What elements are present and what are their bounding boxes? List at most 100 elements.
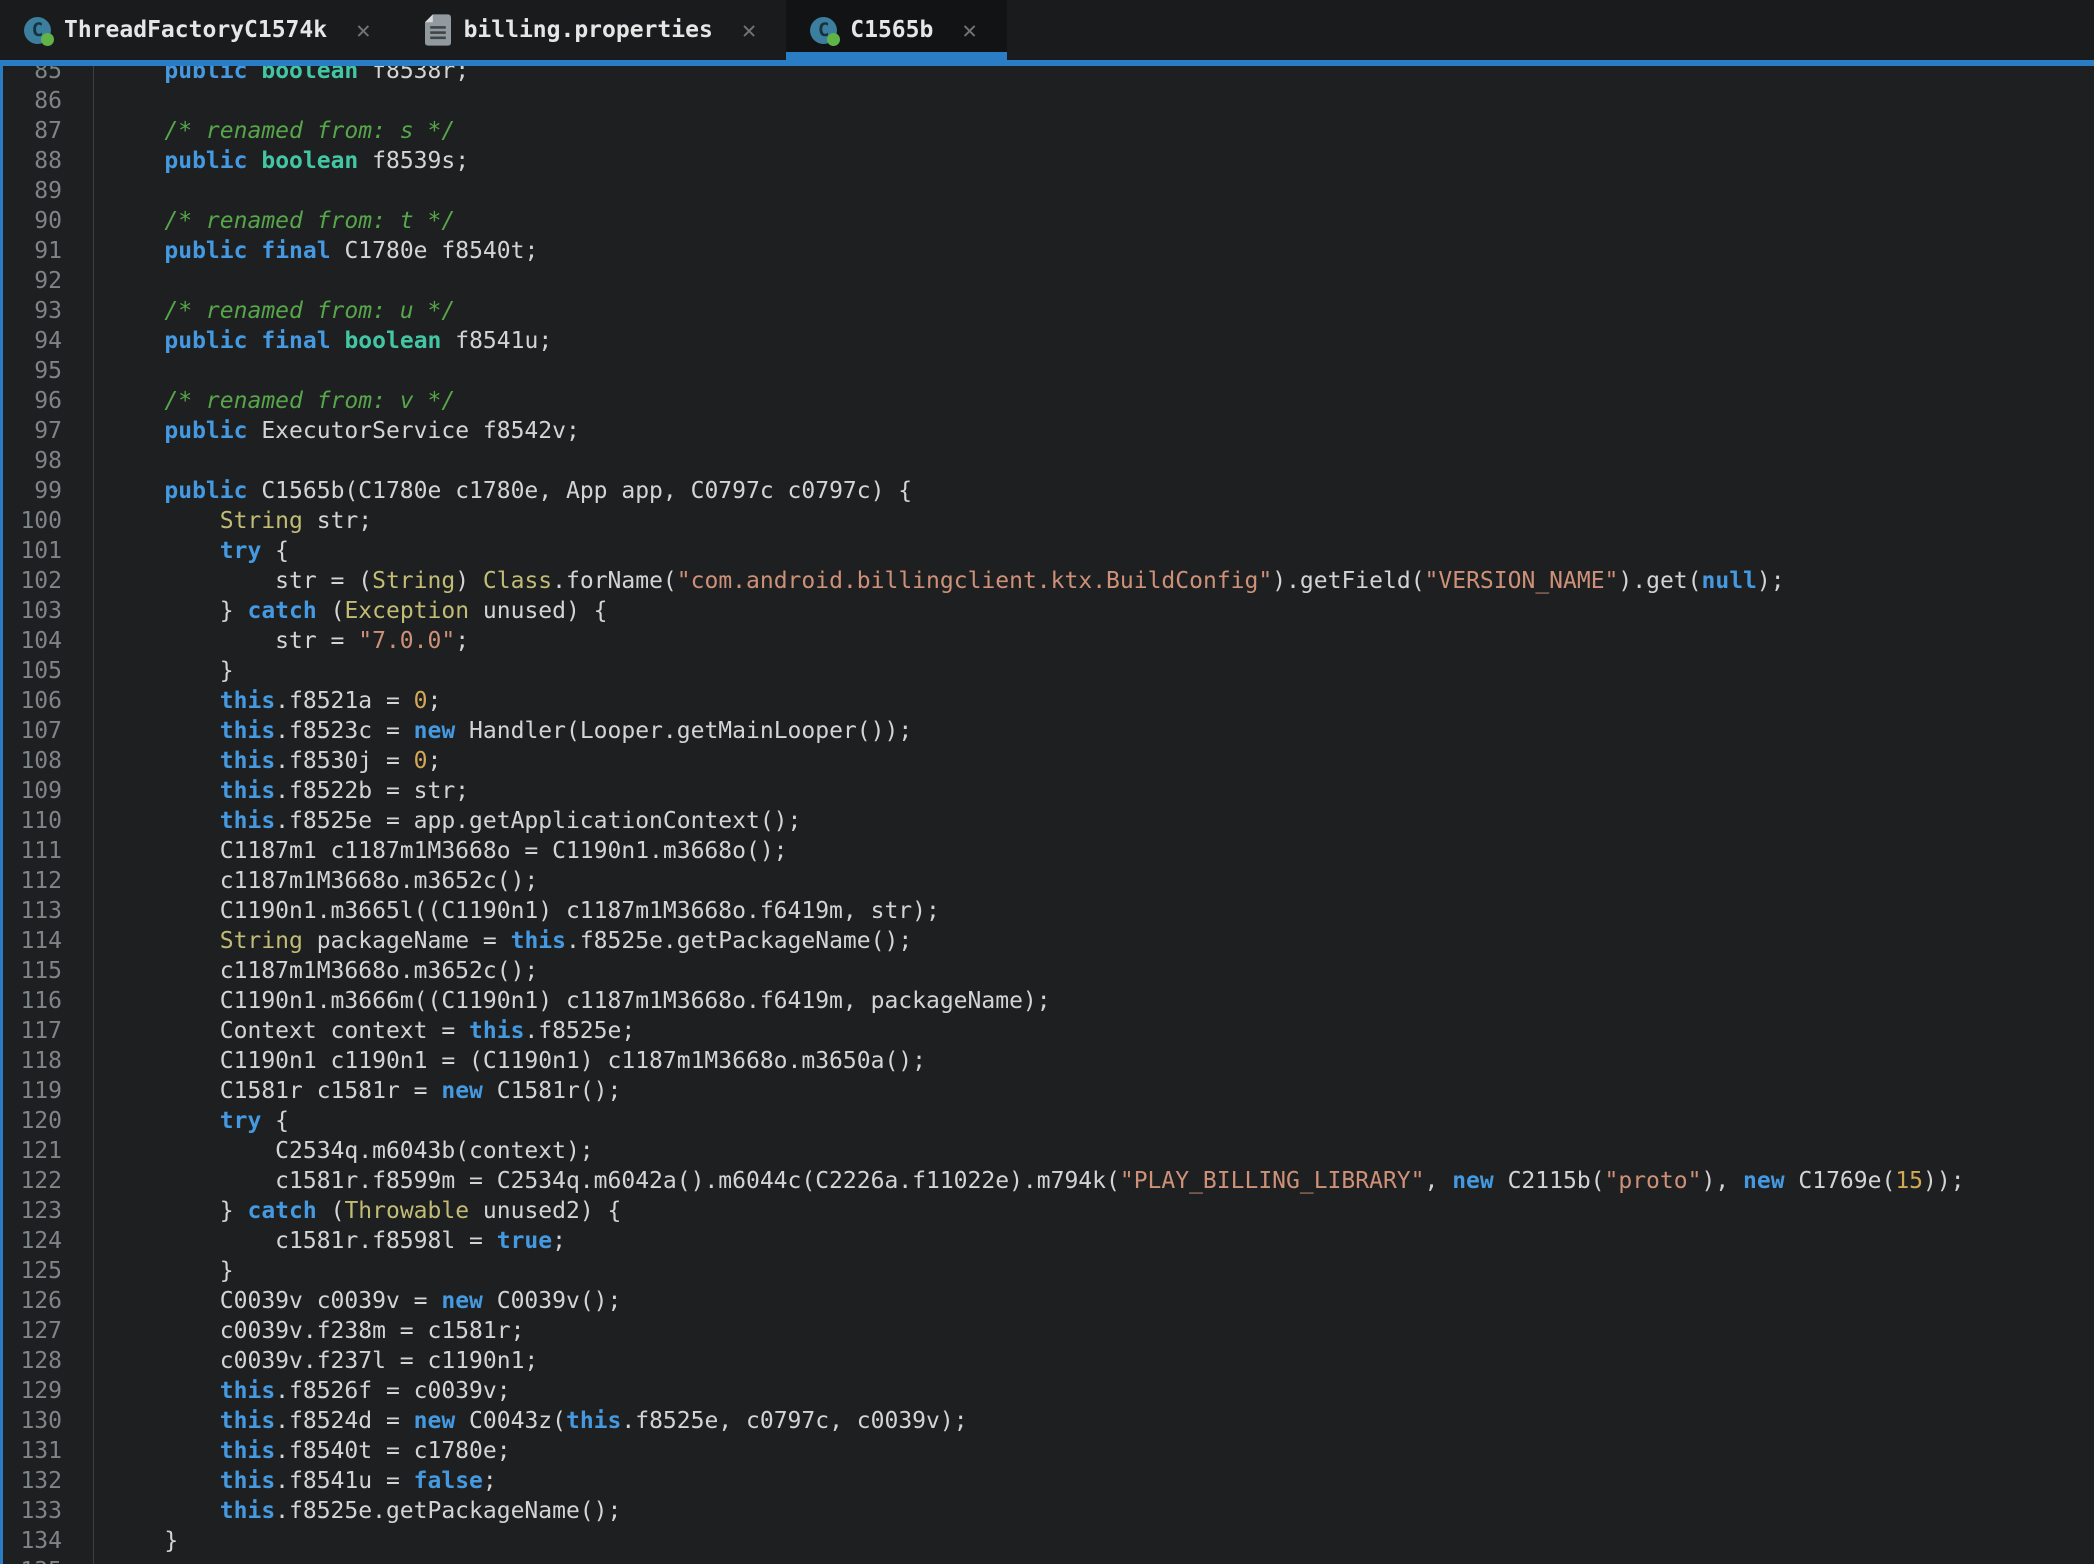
code-line[interactable]: 108 this.f8530j = 0; xyxy=(3,746,2094,776)
code-text: } xyxy=(94,1526,178,1556)
code-text: public ExecutorService f8542v; xyxy=(94,416,580,446)
code-line[interactable]: 99 public C1565b(C1780e c1780e, App app,… xyxy=(3,476,2094,506)
code-line[interactable]: 112 c1187m1M3668o.m3652c(); xyxy=(3,866,2094,896)
code-line[interactable]: 122 c1581r.f8599m = C2534q.m6042a().m604… xyxy=(3,1166,2094,1196)
code-text: this.f8525e.getPackageName(); xyxy=(94,1496,621,1526)
close-icon[interactable]: ✕ xyxy=(742,18,756,42)
code-text: public final boolean f8541u; xyxy=(94,326,552,356)
code-text: public boolean f8538r; xyxy=(94,60,469,86)
code-text: this.f8526f = c0039v; xyxy=(94,1376,511,1406)
code-line[interactable]: 121 C2534q.m6043b(context); xyxy=(3,1136,2094,1166)
code-text xyxy=(94,446,109,476)
code-line[interactable]: 95 xyxy=(3,356,2094,386)
line-number: 135 xyxy=(3,1556,94,1564)
code-line[interactable]: 109 this.f8522b = str; xyxy=(3,776,2094,806)
code-text: public C1565b(C1780e c1780e, App app, C0… xyxy=(94,476,912,506)
code-text: c0039v.f237l = c1190n1; xyxy=(94,1346,538,1376)
line-number: 94 xyxy=(3,326,94,356)
code-line[interactable]: 105 } xyxy=(3,656,2094,686)
code-line[interactable]: 130 this.f8524d = new C0043z(this.f8525e… xyxy=(3,1406,2094,1436)
code-line[interactable]: 113 C1190n1.m3665l((C1190n1) c1187m1M366… xyxy=(3,896,2094,926)
line-number: 110 xyxy=(3,806,94,836)
code-line[interactable]: 117 Context context = this.f8525e; xyxy=(3,1016,2094,1046)
code-text: public final C1780e f8540t; xyxy=(94,236,538,266)
code-line[interactable]: 97 public ExecutorService f8542v; xyxy=(3,416,2094,446)
line-number: 121 xyxy=(3,1136,94,1166)
line-number: 101 xyxy=(3,536,94,566)
code-text: c0039v.f238m = c1581r; xyxy=(94,1316,524,1346)
code-line[interactable]: 116 C1190n1.m3666m((C1190n1) c1187m1M366… xyxy=(3,986,2094,1016)
line-number: 89 xyxy=(3,176,94,206)
code-text: str = (String) Class.forName("com.androi… xyxy=(94,566,1785,596)
code-line[interactable]: 110 this.f8525e = app.getApplicationCont… xyxy=(3,806,2094,836)
code-line[interactable]: 127 c0039v.f238m = c1581r; xyxy=(3,1316,2094,1346)
code-text: } catch (Throwable unused2) { xyxy=(94,1196,621,1226)
code-line[interactable]: 90 /* renamed from: t */ xyxy=(3,206,2094,236)
code-line[interactable]: 100 String str; xyxy=(3,506,2094,536)
code-line[interactable]: 88 public boolean f8539s; xyxy=(3,146,2094,176)
code-line[interactable]: 134 } xyxy=(3,1526,2094,1556)
code-line[interactable]: 115 c1187m1M3668o.m3652c(); xyxy=(3,956,2094,986)
line-number: 107 xyxy=(3,716,94,746)
class-icon-green-dot xyxy=(827,33,840,46)
line-number: 128 xyxy=(3,1346,94,1376)
code-line[interactable]: 114 String packageName = this.f8525e.get… xyxy=(3,926,2094,956)
code-line[interactable]: 118 C1190n1 c1190n1 = (C1190n1) c1187m1M… xyxy=(3,1046,2094,1076)
code-line[interactable]: 107 this.f8523c = new Handler(Looper.get… xyxy=(3,716,2094,746)
code-line[interactable]: 135 xyxy=(3,1556,2094,1564)
tab-c1565b-active[interactable]: C C1565b ✕ xyxy=(786,0,1007,60)
code-editor-panel[interactable]: 85 public boolean f8538r;8687 /* renamed… xyxy=(0,60,2094,1564)
line-number: 95 xyxy=(3,356,94,386)
code-line[interactable]: 129 this.f8526f = c0039v; xyxy=(3,1376,2094,1406)
tab-label: C1565b xyxy=(850,17,933,43)
code-line[interactable]: 133 this.f8525e.getPackageName(); xyxy=(3,1496,2094,1526)
code-text: String packageName = this.f8525e.getPack… xyxy=(94,926,912,956)
code-line[interactable]: 85 public boolean f8538r; xyxy=(3,60,2094,86)
code-line[interactable]: 89 xyxy=(3,176,2094,206)
tab-threadfactory[interactable]: C ThreadFactoryC1574k ✕ xyxy=(0,0,401,60)
close-icon[interactable]: ✕ xyxy=(356,18,370,42)
code-line[interactable]: 104 str = "7.0.0"; xyxy=(3,626,2094,656)
code-line[interactable]: 92 xyxy=(3,266,2094,296)
tab-label: billing.properties xyxy=(464,17,713,43)
line-number: 111 xyxy=(3,836,94,866)
code-line[interactable]: 98 xyxy=(3,446,2094,476)
code-text xyxy=(94,1556,109,1564)
tab-billing-properties[interactable]: billing.properties ✕ xyxy=(401,0,787,60)
code-line[interactable]: 120 try { xyxy=(3,1106,2094,1136)
code-text: /* renamed from: t */ xyxy=(94,206,455,236)
code-line[interactable]: 86 xyxy=(3,86,2094,116)
line-number: 93 xyxy=(3,296,94,326)
code-line[interactable]: 94 public final boolean f8541u; xyxy=(3,326,2094,356)
code-line[interactable]: 125 } xyxy=(3,1256,2094,1286)
code-line[interactable]: 123 } catch (Throwable unused2) { xyxy=(3,1196,2094,1226)
line-number: 130 xyxy=(3,1406,94,1436)
line-number: 105 xyxy=(3,656,94,686)
line-number: 100 xyxy=(3,506,94,536)
close-icon[interactable]: ✕ xyxy=(962,18,976,42)
code-line[interactable]: 111 C1187m1 c1187m1M3668o = C1190n1.m366… xyxy=(3,836,2094,866)
code-line[interactable]: 87 /* renamed from: s */ xyxy=(3,116,2094,146)
code-text: str = "7.0.0"; xyxy=(94,626,469,656)
code-line[interactable]: 124 c1581r.f8598l = true; xyxy=(3,1226,2094,1256)
code-line[interactable]: 102 str = (String) Class.forName("com.an… xyxy=(3,566,2094,596)
code-line[interactable]: 119 C1581r c1581r = new C1581r(); xyxy=(3,1076,2094,1106)
code-line[interactable]: 131 this.f8540t = c1780e; xyxy=(3,1436,2094,1466)
line-number: 85 xyxy=(3,60,94,86)
code-text: C1187m1 c1187m1M3668o = C1190n1.m3668o()… xyxy=(94,836,788,866)
code-text: this.f8521a = 0; xyxy=(94,686,441,716)
code-line[interactable]: 128 c0039v.f237l = c1190n1; xyxy=(3,1346,2094,1376)
code-line[interactable]: 96 /* renamed from: v */ xyxy=(3,386,2094,416)
class-icon: C xyxy=(810,17,837,44)
code-line[interactable]: 103 } catch (Exception unused) { xyxy=(3,596,2094,626)
code-line[interactable]: 106 this.f8521a = 0; xyxy=(3,686,2094,716)
code-line[interactable]: 126 C0039v c0039v = new C0039v(); xyxy=(3,1286,2094,1316)
line-number: 129 xyxy=(3,1376,94,1406)
code-line[interactable]: 93 /* renamed from: u */ xyxy=(3,296,2094,326)
code-line[interactable]: 132 this.f8541u = false; xyxy=(3,1466,2094,1496)
line-number: 96 xyxy=(3,386,94,416)
code-line[interactable]: 101 try { xyxy=(3,536,2094,566)
line-number: 112 xyxy=(3,866,94,896)
code-line[interactable]: 91 public final C1780e f8540t; xyxy=(3,236,2094,266)
line-number: 131 xyxy=(3,1436,94,1466)
